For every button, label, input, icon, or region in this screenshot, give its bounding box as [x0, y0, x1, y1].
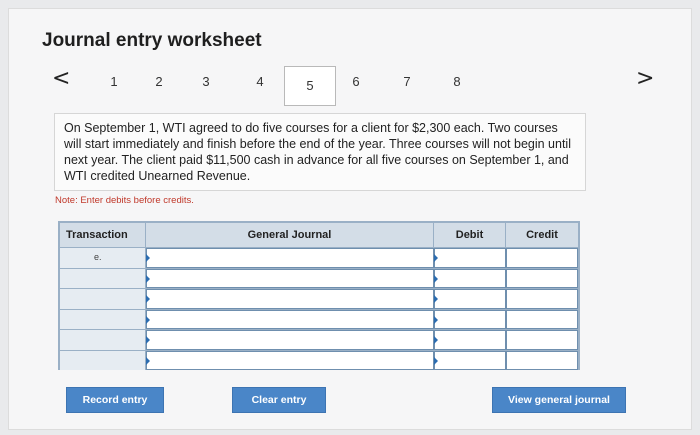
table-row	[60, 267, 578, 288]
credit-input[interactable]	[506, 289, 578, 309]
credit-input[interactable]	[506, 268, 578, 288]
header-credit: Credit	[526, 229, 558, 241]
account-input[interactable]	[146, 350, 434, 370]
credit-input[interactable]	[506, 330, 578, 350]
transaction-cell	[60, 268, 146, 288]
account-input[interactable]	[146, 248, 434, 268]
transaction-cell	[60, 289, 146, 309]
page-2[interactable]: 2	[149, 74, 169, 89]
table-row	[60, 329, 578, 350]
account-input[interactable]	[146, 268, 434, 288]
table-row	[60, 288, 578, 309]
transaction-cell	[60, 330, 146, 350]
table-row	[60, 308, 578, 329]
transaction-cell	[60, 350, 146, 370]
view-general-journal-button[interactable]: View general journal	[492, 387, 626, 413]
transaction-cell	[60, 309, 146, 329]
page-6[interactable]: 6	[346, 74, 366, 89]
credit-input[interactable]	[506, 309, 578, 329]
debit-input[interactable]	[434, 350, 506, 370]
debit-input[interactable]	[434, 309, 506, 329]
table-header: Transaction General Journal Debit Credit	[60, 223, 578, 247]
chevron-right-icon[interactable]: >	[636, 66, 654, 91]
table-row: e.	[60, 247, 578, 268]
header-general-journal: General Journal	[146, 223, 434, 247]
page-3[interactable]: 3	[196, 74, 216, 89]
credit-input[interactable]	[506, 248, 578, 268]
page-5[interactable]: 5	[284, 66, 336, 106]
debit-input[interactable]	[434, 289, 506, 309]
question-prompt: On September 1, WTI agreed to do five co…	[54, 113, 586, 191]
table-row	[60, 349, 578, 370]
chevron-left-icon[interactable]: <	[52, 66, 70, 91]
header-debit: Debit	[434, 223, 506, 247]
account-input[interactable]	[146, 289, 434, 309]
page-7[interactable]: 7	[397, 74, 417, 89]
pagination: < 1 2 3 4 5 6 7 8 >	[0, 66, 700, 106]
record-entry-button[interactable]: Record entry	[66, 387, 164, 413]
debit-input[interactable]	[434, 248, 506, 268]
journal-table: Transaction General Journal Debit Credit…	[58, 221, 580, 370]
account-input[interactable]	[146, 309, 434, 329]
instruction-note: Note: Enter debits before credits.	[55, 195, 194, 206]
page-title: Journal entry worksheet	[42, 30, 262, 51]
page-1[interactable]: 1	[104, 74, 124, 89]
debit-input[interactable]	[434, 330, 506, 350]
clear-entry-button[interactable]: Clear entry	[232, 387, 326, 413]
page-4[interactable]: 4	[250, 74, 270, 89]
page-8[interactable]: 8	[447, 74, 467, 89]
debit-input[interactable]	[434, 268, 506, 288]
transaction-cell: e.	[60, 248, 146, 268]
header-transaction: Transaction	[60, 223, 146, 247]
account-input[interactable]	[146, 330, 434, 350]
credit-input[interactable]	[506, 350, 578, 370]
